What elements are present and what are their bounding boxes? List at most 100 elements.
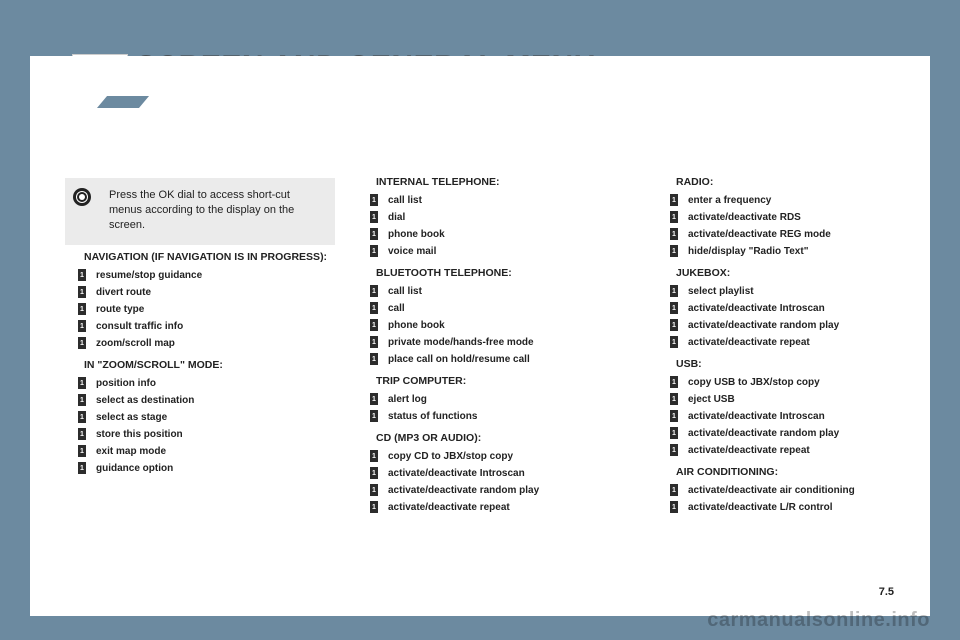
item-label: voice mail: [388, 246, 436, 257]
item-badge-icon: 1: [670, 484, 678, 496]
section-title: JUKEBOX:: [670, 267, 950, 279]
item-label: place call on hold/resume call: [388, 354, 530, 365]
section-title: TRIP COMPUTER:: [370, 375, 650, 387]
menu-item: 1 activate/deactivate random play: [370, 484, 650, 496]
item-badge-icon: 1: [370, 501, 378, 513]
menu-item: 1place call on hold/resume call: [370, 353, 650, 365]
item-label: private mode/hands-free mode: [388, 337, 534, 348]
item-label: activate/deactivate random play: [388, 485, 539, 496]
menu-section: RADIO:1enter a frequency1activate/deacti…: [670, 176, 950, 257]
item-label: store this position: [96, 429, 183, 440]
item-label: copy USB to JBX/stop copy: [688, 377, 820, 388]
item-label: activate/deactivate repeat: [388, 502, 510, 513]
item-badge-icon: 1: [370, 319, 378, 331]
section-title: INTERNAL TELEPHONE:: [370, 176, 650, 188]
item-badge-icon: 1: [78, 411, 86, 423]
section-title: USB:: [670, 358, 950, 370]
menu-item: 1 select as stage: [78, 411, 358, 423]
item-label: activate/deactivate random play: [688, 428, 839, 439]
item-badge-icon: 1: [370, 336, 378, 348]
column-2: INTERNAL TELEPHONE:1call list1dial1phone…: [370, 176, 650, 523]
menu-item: 1 dial: [370, 211, 650, 223]
item-badge-icon: 1: [78, 320, 86, 332]
item-label: activate/deactivate repeat: [688, 445, 810, 456]
item-label: activate/deactivate Introscan: [388, 468, 525, 479]
item-badge-icon: 1: [670, 319, 678, 331]
menu-item: 1phone book: [370, 319, 650, 331]
item-badge-icon: 1: [78, 445, 86, 457]
item-label: eject USB: [688, 394, 735, 405]
item-label: select playlist: [688, 286, 754, 297]
item-badge-icon: 1: [370, 410, 378, 422]
item-label: enter a frequency: [688, 195, 771, 206]
item-label: phone book: [388, 229, 445, 240]
menu-item: 1call list: [370, 194, 650, 206]
menu-item: 1 exit map mode: [78, 445, 358, 457]
item-label: activate/deactivate random play: [688, 320, 839, 331]
column-1: NAVIGATION (IF NAVIGATION IS IN PROGRESS…: [78, 251, 358, 484]
intro-text: Press the OK dial to access short-cut me…: [109, 189, 294, 231]
item-badge-icon: 1: [670, 245, 678, 257]
item-label: call: [388, 303, 405, 314]
item-badge-icon: 1: [78, 286, 86, 298]
item-badge-icon: 1: [370, 450, 378, 462]
menu-item: 1 activate/deactivate REG mode: [670, 228, 950, 240]
item-label: exit map mode: [96, 446, 166, 457]
item-label: hide/display "Radio Text": [688, 246, 808, 257]
item-badge-icon: 1: [670, 228, 678, 240]
item-badge-icon: 1: [370, 245, 378, 257]
menu-section: NAVIGATION (IF NAVIGATION IS IN PROGRESS…: [78, 251, 358, 349]
menu-section: USB:1copy USB to JBX/stop copy1eject USB…: [670, 358, 950, 456]
menu-section: CD (MP3 OR AUDIO):1copy CD to JBX/stop c…: [370, 432, 650, 513]
menu-item: 1 activate/deactivate L/R control: [670, 501, 950, 513]
menu-item: 1activate/deactivate Introscan: [670, 410, 950, 422]
menu-item: 1activate/deactivate Introscan: [670, 302, 950, 314]
menu-section: INTERNAL TELEPHONE:1call list1dial1phone…: [370, 176, 650, 257]
item-label: guidance option: [96, 463, 173, 474]
menu-item: 1activate/deactivate Introscan: [370, 467, 650, 479]
item-label: activate/deactivate RDS: [688, 212, 801, 223]
menu-item: 1activate/deactivate repeat: [670, 336, 950, 348]
item-badge-icon: 1: [670, 211, 678, 223]
item-badge-icon: 1: [78, 303, 86, 315]
brightness-icon: [73, 188, 91, 206]
item-badge-icon: 1: [670, 501, 678, 513]
menu-section: IN "ZOOM/SCROLL" MODE:1position info1sel…: [78, 359, 358, 474]
item-label: select as stage: [96, 412, 167, 423]
item-badge-icon: 1: [370, 211, 378, 223]
item-badge-icon: 1: [670, 393, 678, 405]
section-title: BLUETOOTH TELEPHONE:: [370, 267, 650, 279]
section-title: IN "ZOOM/SCROLL" MODE:: [78, 359, 358, 371]
item-label: activate/deactivate REG mode: [688, 229, 831, 240]
item-label: zoom/scroll map: [96, 338, 175, 349]
item-badge-icon: 1: [670, 427, 678, 439]
menu-item: 1 consult traffic info: [78, 320, 358, 332]
menu-item: 1 activate/deactivate random play: [670, 427, 950, 439]
item-badge-icon: 1: [78, 377, 86, 389]
section-title: NAVIGATION (IF NAVIGATION IS IN PROGRESS…: [78, 251, 358, 263]
menu-item: 1 hide/display "Radio Text": [670, 245, 950, 257]
menu-item: 1activate/deactivate repeat: [670, 444, 950, 456]
item-badge-icon: 1: [670, 285, 678, 297]
menu-item: 1 eject USB: [670, 393, 950, 405]
item-label: dial: [388, 212, 405, 223]
intro-box: Press the OK dial to access short-cut me…: [65, 178, 335, 245]
item-badge-icon: 1: [78, 462, 86, 474]
menu-item: 1phone book: [370, 228, 650, 240]
menu-section: TRIP COMPUTER:1alert log1status of funct…: [370, 375, 650, 422]
menu-item: 1 guidance option: [78, 462, 358, 474]
page-panel: Press the OK dial to access short-cut me…: [30, 56, 930, 616]
menu-item: 1 select playlist: [670, 285, 950, 297]
item-label: select as destination: [96, 395, 194, 406]
item-label: copy CD to JBX/stop copy: [388, 451, 513, 462]
item-label: activate/deactivate repeat: [688, 337, 810, 348]
item-label: activate/deactivate L/R control: [688, 502, 833, 513]
menu-item: 1 activate/deactivate repeat: [370, 501, 650, 513]
item-label: call list: [388, 195, 422, 206]
item-label: call list: [388, 286, 422, 297]
item-label: consult traffic info: [96, 321, 183, 332]
item-badge-icon: 1: [370, 484, 378, 496]
page-number: 7.5: [879, 586, 894, 598]
menu-item: 1copy USB to JBX/stop copy: [670, 376, 950, 388]
item-badge-icon: 1: [78, 337, 86, 349]
